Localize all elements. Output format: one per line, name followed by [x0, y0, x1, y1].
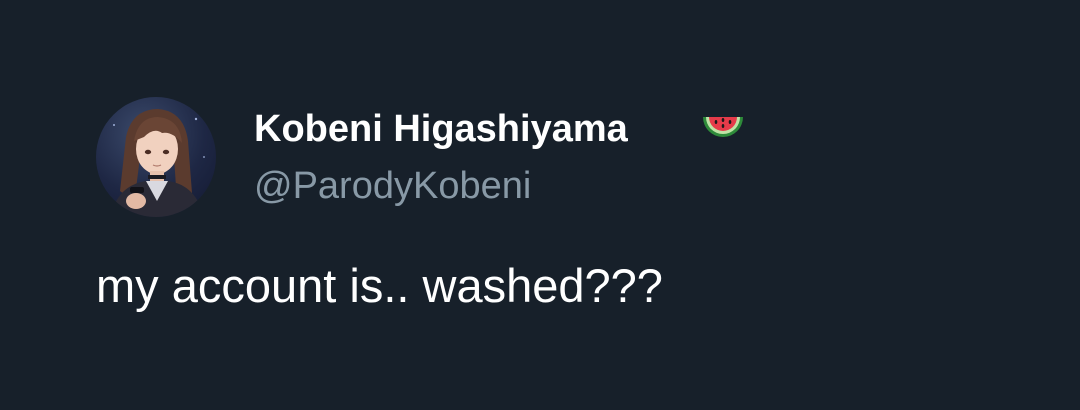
- avatar[interactable]: [96, 97, 216, 217]
- tweet-card: Kobeni Higashiyama @ParodyKobeni my acco…: [0, 0, 1080, 410]
- tweet-text: my account is.. washed???: [96, 259, 663, 312]
- author-display-name[interactable]: Kobeni Higashiyama: [254, 106, 628, 152]
- watermelon-icon: [701, 111, 745, 145]
- author-handle[interactable]: @ParodyKobeni: [254, 163, 531, 209]
- avatar-illustration: [110, 109, 205, 217]
